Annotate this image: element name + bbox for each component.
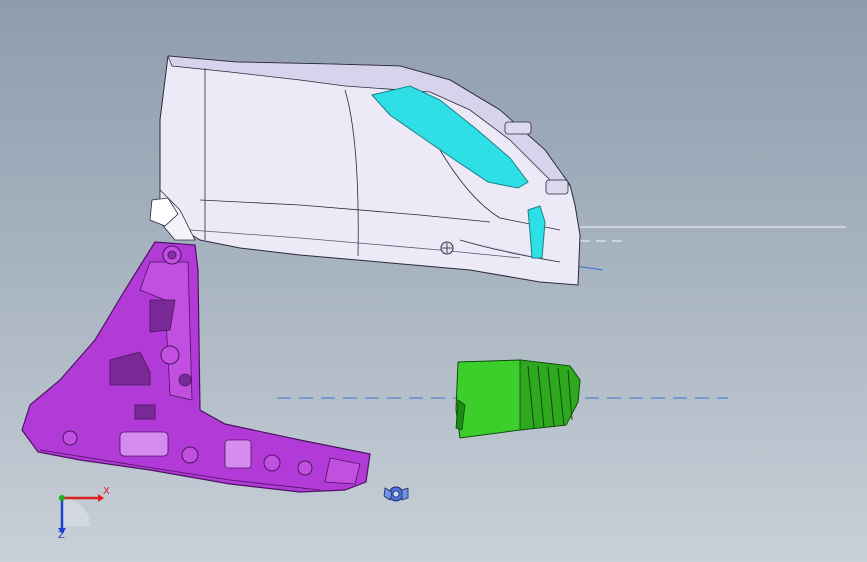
fastener-clip[interactable] (383, 486, 409, 502)
air-deflector[interactable] (455, 359, 581, 439)
axis-x-label: X (103, 486, 110, 497)
cad-scene[interactable] (0, 0, 867, 562)
cad-viewport[interactable]: X Z (0, 0, 867, 562)
mounting-bracket[interactable] (21, 241, 371, 493)
axis-triad (58, 494, 104, 534)
axis-z-label: Z (58, 530, 65, 541)
